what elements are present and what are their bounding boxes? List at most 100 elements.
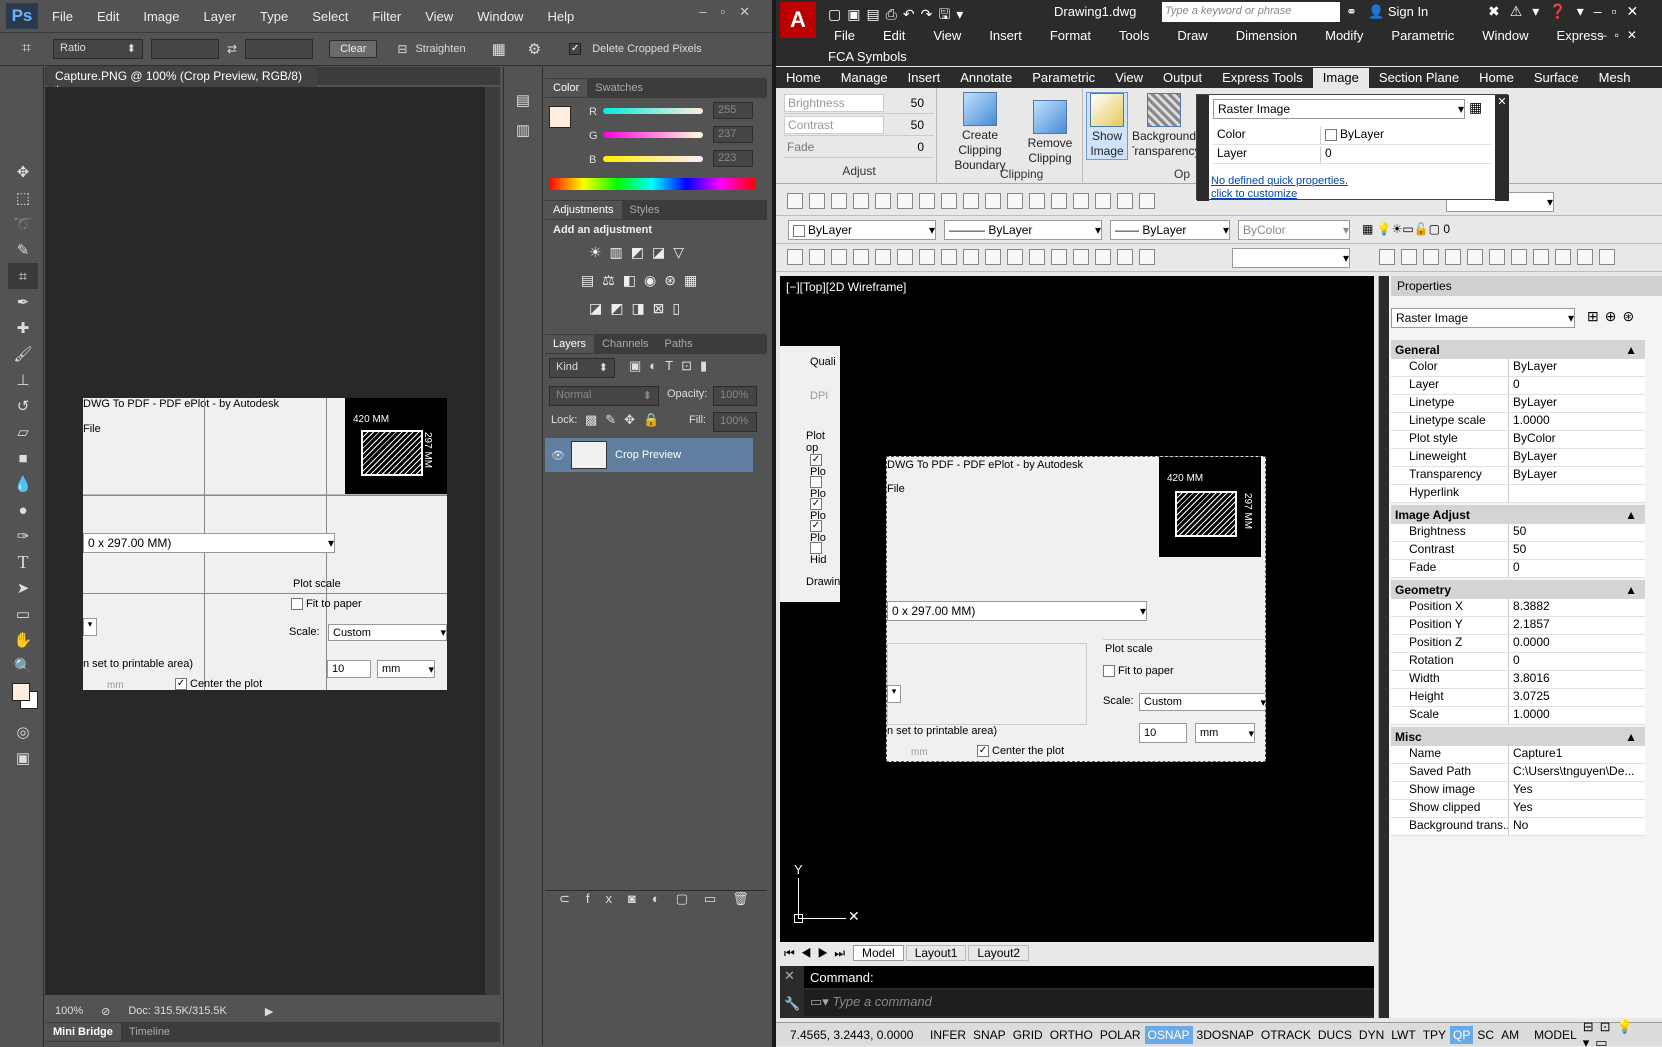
styles-tab[interactable]: Styles [622,201,668,219]
prop-value[interactable]: 1.0000 [1509,707,1645,724]
ribbon-tab-manage[interactable]: Manage [831,68,898,88]
ps-scrollbar[interactable] [485,87,500,995]
clear-button[interactable]: Clear [329,40,378,58]
status-snap-button[interactable]: SNAP [970,1026,1009,1044]
healing-brush-icon[interactable]: ✚ [8,315,38,341]
color-ramp[interactable] [549,178,755,190]
command-input-wrap[interactable]: ▭▾ Type a command [804,990,1374,1016]
cad-menu-window[interactable]: Window [1482,28,1556,43]
image-adjust-row-2[interactable]: Fade 0 [1391,560,1645,578]
prop-value[interactable]: 0 [1509,653,1645,670]
model-tab[interactable]: Model [853,945,904,961]
layer-state-icons[interactable]: ▦ 💡☀▭🔓▢ 0 [1362,222,1450,236]
prop-value[interactable]: C:\Users\tnguyen\De... [1509,764,1645,781]
contrast-value[interactable]: 50 [884,118,924,132]
ratio-height-input[interactable] [245,39,314,59]
status-right-icons[interactable]: ⊟⊡💡▾▭ [1583,1019,1662,1047]
ps-menu-file[interactable]: File [52,9,73,24]
drawing-area[interactable]: [−][Top][2D Wireframe] Quali DPI Plot op… [780,276,1374,942]
cad-menu-insert[interactable]: Insert [989,28,1050,43]
layers-tab[interactable]: Layers [545,335,595,353]
ratio-width-input[interactable] [151,39,220,59]
prop-value[interactable]: ByColor [1509,431,1645,448]
prop-value[interactable]: 3.0725 [1509,689,1645,706]
foreground-color[interactable] [549,106,571,128]
brightness-value[interactable]: 50 [884,96,924,110]
parametric-toolbar-icons[interactable] [1376,249,1618,265]
ratio-select[interactable]: Ratio ⬍ [53,39,144,59]
general-row-4[interactable]: Plot style ByColor [1391,431,1645,449]
cad-menu-parametric[interactable]: Parametric [1391,28,1482,43]
quick-mask-icon[interactable]: ◎ [8,719,38,745]
pen-tool-icon[interactable]: ✑ [8,523,38,549]
screen-mode-icon[interactable]: ▣ [8,745,38,771]
viewport-label[interactable]: [−][Top][2D Wireframe] [786,280,906,294]
crop-tool-icon[interactable]: ⌗ [8,263,38,289]
adjustment-icons-row2[interactable]: ▤⚖◧◉⊛▦ [581,272,705,289]
cad-menu-view[interactable]: View [933,28,989,43]
layout1-tab[interactable]: Layout1 [905,945,967,961]
prop-value[interactable]: Capture1 [1509,746,1645,763]
prop-value[interactable]: 3.8016 [1509,671,1645,688]
document-tab[interactable]: Capture.PNG @ 100% (Crop Preview, RGB/8)… [47,66,317,97]
properties-type-select[interactable]: Raster Image ▾ [1391,308,1575,328]
general-row-1[interactable]: Layer 0 [1391,377,1645,395]
ribbon-tab-image[interactable]: Image [1312,67,1369,88]
prop-value[interactable]: ByLayer [1509,449,1645,466]
search-input[interactable]: Type a keyword or phrase [1162,2,1340,22]
status-qp-button[interactable]: QP [1450,1025,1474,1044]
general-row-2[interactable]: Linetype ByLayer [1391,395,1645,413]
status-infer-button[interactable]: INFER [927,1026,969,1044]
cad-menu-tools[interactable]: Tools [1119,28,1177,43]
autocad-logo-icon[interactable]: A [780,2,816,38]
image-adjust-row-1[interactable]: Contrast 50 [1391,542,1645,560]
prop-value[interactable]: No [1509,818,1645,835]
brush-tool-icon[interactable]: 🖌 [8,341,38,367]
g-value[interactable]: 237 [713,126,753,143]
b-value[interactable]: 223 [713,150,753,167]
b-slider[interactable] [603,156,703,162]
straighten-icon[interactable]: ⊟ [397,42,407,56]
status-arrow-icon[interactable]: ▶ [265,1005,273,1018]
misc-row-1[interactable]: Saved Path C:\Users\tnguyen\De... [1391,764,1645,782]
ribbon-tab-annotate[interactable]: Annotate [950,68,1022,88]
status-sc-button[interactable]: SC [1474,1026,1497,1044]
cad-menu-edit[interactable]: Edit [883,28,933,43]
paths-tab[interactable]: Paths [657,335,701,353]
qp-layer-row[interactable]: Layer 0 [1213,146,1491,164]
general-row-5[interactable]: Lineweight ByLayer [1391,449,1645,467]
move-tool-icon[interactable]: ✥ [8,159,38,185]
ribbon-tab-surface[interactable]: Surface [1524,68,1589,88]
opacity-value[interactable]: 100% [713,386,757,406]
straighten-button[interactable]: Straighten [415,43,465,55]
ribbon-tab-home2[interactable]: Home [1469,68,1524,88]
general-row-7[interactable]: Hyperlink [1391,485,1645,503]
zoom-tool-icon[interactable]: 🔍 [8,653,38,679]
layout-nav-icons[interactable]: ⏮◀▶⏭ [780,946,851,961]
qp-settings-icon[interactable]: ▦ [1469,99,1482,116]
color-tab[interactable]: Color [545,79,588,97]
qp-grip[interactable] [1197,95,1209,201]
type-tool-icon[interactable]: T [8,549,38,575]
titlebar-right-icons[interactable]: ✖⚠▾❓▾–▫✕ [1488,3,1648,20]
ps-menu-view[interactable]: View [425,9,453,24]
quick-select-icon[interactable]: ✎ [8,237,38,263]
command-input[interactable]: Type a command [832,994,931,1009]
swatches-tab[interactable]: Swatches [587,79,651,97]
crop-tool-icon[interactable]: ⌗ [22,40,31,58]
swap-icon[interactable]: ⇄ [227,42,237,56]
zoom-level[interactable]: 100% [55,1005,83,1017]
section-misc[interactable]: Misc ▲ [1391,727,1645,746]
properties-panel-icon[interactable]: ▥ [508,117,538,143]
prop-value[interactable]: 50 [1509,542,1645,559]
ps-menu-help[interactable]: Help [547,9,574,24]
prop-value[interactable] [1509,485,1645,502]
ps-window-controls[interactable]: –▫✕ [699,4,764,20]
marquee-tool-icon[interactable]: ⬚ [8,185,38,211]
dimension-toolbar-icons[interactable] [784,249,1158,265]
status-lwt-button[interactable]: LWT [1388,1026,1418,1044]
prop-value[interactable]: Yes [1509,782,1645,799]
qp-no-props-link[interactable]: No defined quick properties. [1211,175,1348,187]
fca-symbols-menu[interactable]: FCA Symbols [828,49,907,64]
dodge-tool-icon[interactable]: ● [8,497,38,523]
